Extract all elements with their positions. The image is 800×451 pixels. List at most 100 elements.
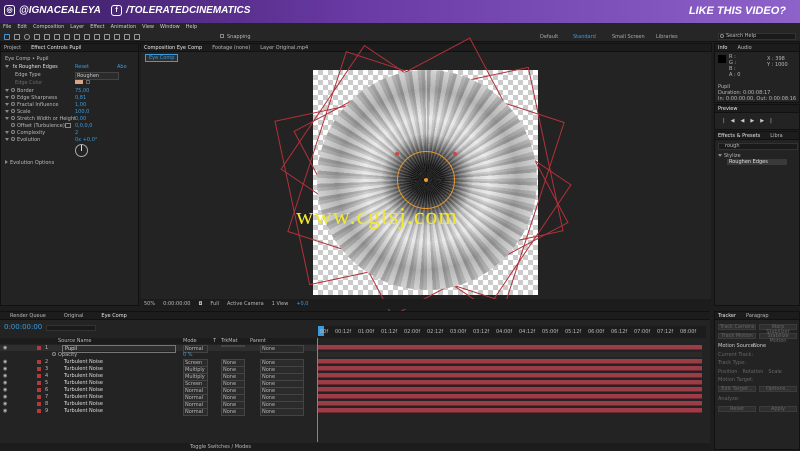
apply-button[interactable]: Apply bbox=[759, 406, 797, 412]
mask-vertex-handle[interactable] bbox=[395, 152, 399, 156]
warp-stabilizer-button[interactable]: Warp Stabilizer bbox=[759, 324, 797, 335]
visibility-icon[interactable]: ◉ bbox=[3, 373, 7, 379]
menu-view[interactable]: View bbox=[142, 24, 154, 30]
layer-bar[interactable] bbox=[318, 380, 702, 385]
tab-eye-comp[interactable]: Eye Comp bbox=[101, 313, 126, 319]
tab-footage[interactable]: Footage (none) bbox=[212, 45, 250, 51]
eraser-tool-icon[interactable] bbox=[114, 34, 120, 40]
tab-layer[interactable]: Layer Original.mp4 bbox=[260, 45, 308, 51]
options-button[interactable]: Options... bbox=[759, 386, 797, 392]
snapping-checkbox[interactable] bbox=[220, 34, 224, 38]
layer-row[interactable]: ◉ 2 Turbulent Noise Screen None None bbox=[0, 359, 317, 367]
scale-value[interactable]: 100,0 bbox=[75, 109, 89, 115]
viewer-timecode[interactable]: 0:00:00:00 bbox=[163, 301, 190, 307]
preview-controls[interactable]: |◀◀▶▶| bbox=[723, 118, 778, 124]
edit-target-button[interactable]: Edit Target... bbox=[718, 386, 756, 392]
motion-source-dropdown[interactable]: None bbox=[753, 343, 766, 349]
layer-bar[interactable] bbox=[318, 373, 702, 378]
layer-row[interactable]: ◉ 9 Turbulent Noise Normal None None bbox=[0, 408, 317, 416]
pen-tool-icon[interactable] bbox=[74, 34, 80, 40]
layer-bar[interactable] bbox=[318, 401, 702, 406]
visibility-icon[interactable]: ◉ bbox=[3, 380, 7, 386]
crosshair-icon[interactable] bbox=[65, 123, 71, 128]
hand-tool-icon[interactable] bbox=[14, 34, 20, 40]
mask-vertex-handle[interactable] bbox=[453, 152, 457, 156]
timeline-search-input[interactable] bbox=[46, 325, 96, 331]
stopwatch-icon[interactable] bbox=[11, 102, 15, 106]
zoom-tool-icon[interactable] bbox=[24, 34, 30, 40]
layer-row[interactable]: ◉ 4 Turbulent Noise Multiply None None bbox=[0, 373, 317, 381]
timeline-timecode[interactable]: 0:00:00:00 bbox=[4, 323, 42, 331]
stopwatch-icon[interactable] bbox=[11, 109, 15, 113]
stopwatch-icon[interactable] bbox=[52, 352, 56, 356]
param-evolution-options[interactable]: Evolution Options bbox=[5, 160, 54, 166]
visibility-icon[interactable]: ◉ bbox=[3, 359, 7, 365]
layer-row[interactable]: ◉ 8 Turbulent Noise Normal None None bbox=[0, 401, 317, 409]
evolution-dial[interactable] bbox=[75, 144, 88, 157]
reset-button[interactable]: Reset bbox=[718, 406, 756, 412]
menu-window[interactable]: Window bbox=[160, 24, 180, 30]
puppet-tool-icon[interactable] bbox=[134, 34, 140, 40]
tab-tracker[interactable]: Tracker bbox=[718, 313, 736, 319]
clone-stamp-tool-icon[interactable] bbox=[104, 34, 110, 40]
layer-row[interactable]: ◉ 6 Turbulent Noise Normal None None bbox=[0, 387, 317, 395]
pan-behind-tool-icon[interactable] bbox=[54, 34, 60, 40]
visibility-icon[interactable]: ◉ bbox=[3, 366, 7, 372]
layer-row-pupil[interactable]: ◉ 1 Pupil Normal None bbox=[0, 345, 317, 353]
brush-tool-icon[interactable] bbox=[94, 34, 100, 40]
offset-value[interactable]: 0,0,0,0 bbox=[75, 123, 93, 129]
fractal-influence-value[interactable]: 1,00 bbox=[75, 102, 86, 108]
layer-bar[interactable] bbox=[318, 408, 702, 413]
complexity-value[interactable]: 2 bbox=[75, 130, 78, 136]
track-camera-button[interactable]: Track Camera bbox=[718, 324, 756, 330]
effect-header[interactable]: fx Roughen Edges Reset Abo bbox=[5, 64, 127, 70]
type-tool-icon[interactable] bbox=[84, 34, 90, 40]
layer-bar[interactable] bbox=[318, 387, 702, 392]
effect-about-link[interactable]: Abo bbox=[117, 64, 127, 70]
effect-item-roughen-edges[interactable]: Roughen Edges bbox=[727, 159, 787, 165]
stopwatch-icon[interactable] bbox=[11, 88, 15, 92]
position-checkbox[interactable]: Position bbox=[718, 369, 737, 375]
workspace-standard[interactable]: Standard bbox=[573, 34, 596, 40]
comp-breadcrumb[interactable]: Eye Comp bbox=[145, 54, 179, 62]
layer-row[interactable]: ◉ 3 Turbulent Noise Multiply None None bbox=[0, 366, 317, 374]
menu-effect[interactable]: Effect bbox=[90, 24, 104, 30]
layer-bar[interactable] bbox=[318, 394, 702, 399]
track-motion-button[interactable]: Track Motion bbox=[718, 333, 756, 339]
rotation-checkbox[interactable]: Rotation bbox=[742, 369, 763, 375]
menu-file[interactable]: File bbox=[3, 24, 11, 30]
effects-search-input[interactable]: rough bbox=[718, 143, 798, 150]
tab-libraries[interactable]: Libra bbox=[770, 133, 782, 139]
layer-row[interactable]: ◉ 7 Turbulent Noise Normal None None bbox=[0, 394, 317, 402]
visibility-icon[interactable]: ◉ bbox=[3, 345, 7, 351]
opacity-value[interactable]: 0 % bbox=[183, 352, 193, 358]
time-ruler[interactable]: 00f 00:12f 01:00f 01:12f 02:00f 02:12f 0… bbox=[318, 326, 706, 338]
eyedropper-icon[interactable] bbox=[86, 80, 90, 84]
border-value[interactable]: 75,00 bbox=[75, 88, 89, 94]
stretch-value[interactable]: 0,00 bbox=[75, 116, 86, 122]
search-help-input[interactable]: Search Help bbox=[718, 33, 796, 40]
views-dropdown[interactable]: 1 View bbox=[272, 301, 289, 307]
menu-edit[interactable]: Edit bbox=[17, 24, 27, 30]
tab-effect-controls[interactable]: Effect Controls Pupil bbox=[31, 45, 81, 51]
stopwatch-icon[interactable] bbox=[11, 130, 15, 134]
scale-checkbox[interactable]: Scale bbox=[768, 369, 781, 375]
roto-brush-tool-icon[interactable] bbox=[124, 34, 130, 40]
label-color[interactable] bbox=[37, 346, 41, 350]
instagram-handle[interactable]: ◎ @IGNACEALEYA bbox=[4, 5, 101, 16]
layer-bar[interactable] bbox=[318, 345, 702, 350]
workspace-libraries[interactable]: Libraries bbox=[656, 34, 678, 40]
stabilize-motion-button[interactable]: Stabilize Motion bbox=[759, 333, 797, 344]
effect-reset-link[interactable]: Reset bbox=[75, 64, 89, 70]
tab-project[interactable]: Project bbox=[4, 45, 21, 51]
edge-type-dropdown[interactable]: Roughen bbox=[75, 72, 119, 80]
edge-color-swatch[interactable] bbox=[75, 80, 83, 84]
layer-bar[interactable] bbox=[318, 359, 702, 364]
tab-audio[interactable]: Audio bbox=[737, 45, 751, 51]
tab-composition[interactable]: Composition Eye Comp bbox=[144, 45, 202, 51]
menu-composition[interactable]: Composition bbox=[33, 24, 64, 30]
visibility-icon[interactable]: ◉ bbox=[3, 401, 7, 407]
layer-row[interactable]: ◉ 5 Turbulent Noise Screen None None bbox=[0, 380, 317, 388]
menu-help[interactable]: Help bbox=[186, 24, 197, 30]
tab-paragraph[interactable]: Paragrap bbox=[746, 313, 768, 319]
